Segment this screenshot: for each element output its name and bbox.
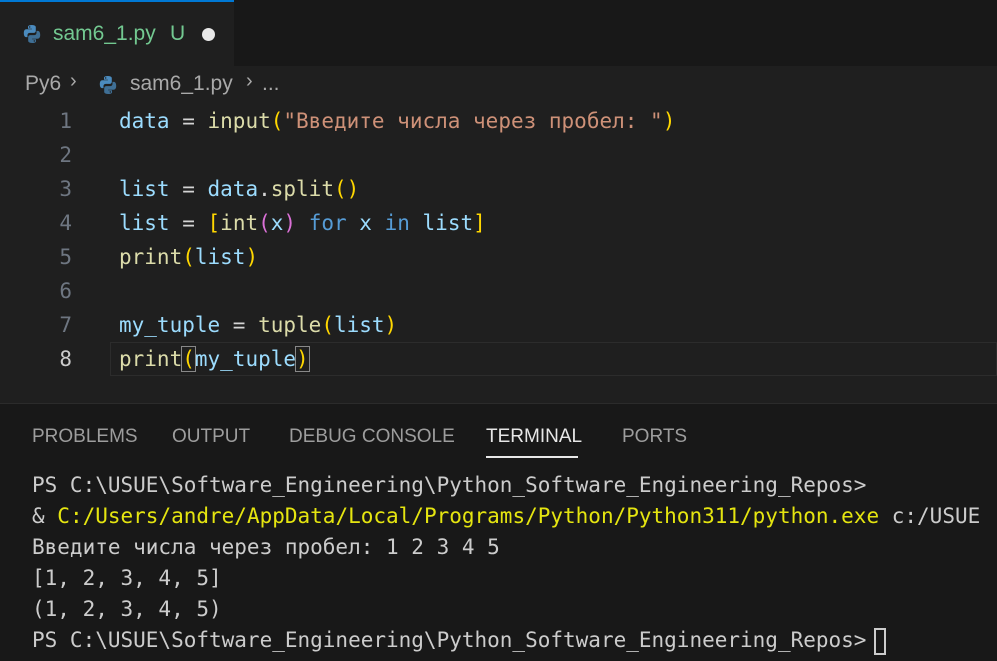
terminal-command-line: & C:/Users/andre/AppData/Local/Programs/… bbox=[32, 501, 980, 531]
terminal-arg: c:/USUE bbox=[879, 504, 981, 528]
line-number: 8 bbox=[59, 347, 72, 371]
code-text: print(list) bbox=[119, 240, 258, 274]
code-token: data bbox=[207, 177, 259, 201]
terminal-output-line: (1, 2, 3, 4, 5) bbox=[32, 597, 222, 621]
terminal-input-line[interactable]: PS C:\USUE\Software_Engineering\Python_S… bbox=[32, 625, 887, 655]
code-line[interactable]: 2 bbox=[0, 138, 997, 172]
code-text: data = input("Введите числа через пробел… bbox=[119, 104, 675, 138]
tab-terminal[interactable]: TERMINAL bbox=[486, 426, 582, 448]
code-token: "Введите числа через пробел: " bbox=[283, 109, 663, 133]
code-token: ( bbox=[181, 346, 196, 372]
code-line[interactable]: 7 my_tuple = tuple(list) bbox=[0, 308, 997, 342]
code-token: = bbox=[220, 313, 259, 337]
line-number: 1 bbox=[59, 109, 72, 133]
code-token: data bbox=[119, 109, 170, 133]
tab-problems[interactable]: PROBLEMS bbox=[32, 426, 138, 448]
code-token: ( bbox=[270, 109, 284, 133]
terminal-exe-path: C:/Users/andre/AppData/Local/Programs/Py… bbox=[57, 504, 880, 528]
code-line[interactable]: 6 bbox=[0, 274, 997, 308]
code-line[interactable]: 3 list = data.split() bbox=[0, 172, 997, 206]
bottom-panel: PROBLEMS OUTPUT DEBUG CONSOLE TERMINAL P… bbox=[0, 403, 997, 661]
breadcrumb-file[interactable]: sam6_1.py bbox=[130, 72, 233, 96]
code-text: my_tuple = tuple(list) bbox=[119, 308, 397, 342]
code-token: print bbox=[119, 347, 183, 371]
terminal-cursor[interactable] bbox=[874, 627, 887, 655]
code-token: my_tuple bbox=[119, 313, 221, 337]
editor-tab-sam6-1[interactable]: sam6_1.py U bbox=[0, 0, 234, 66]
code-token: split bbox=[270, 177, 334, 201]
code-token: x bbox=[359, 211, 372, 235]
code-token: . bbox=[258, 177, 271, 201]
code-token: ) bbox=[384, 313, 398, 337]
line-number: 2 bbox=[59, 143, 72, 167]
code-token: () bbox=[333, 177, 360, 201]
code-text: list = data.split() bbox=[119, 172, 359, 206]
code-token: ) bbox=[662, 109, 676, 133]
code-token: ( bbox=[321, 313, 334, 337]
code-token: print bbox=[119, 245, 183, 269]
line-number: 4 bbox=[59, 211, 72, 235]
tab-debug-console[interactable]: DEBUG CONSOLE bbox=[289, 426, 455, 448]
line-number: 7 bbox=[59, 313, 72, 337]
code-editor[interactable]: 1 data = input("Введите числа через пробе… bbox=[0, 104, 997, 400]
breadcrumb-folder[interactable]: Py6 bbox=[25, 72, 61, 96]
terminal-amp: & bbox=[32, 504, 58, 528]
code-token: x bbox=[270, 211, 284, 235]
line-number: 3 bbox=[59, 177, 72, 201]
code-token: list bbox=[422, 211, 474, 235]
terminal-prompt-line: PS C:\USUE\Software_Engineering\Python_S… bbox=[32, 473, 867, 497]
code-token: in bbox=[371, 211, 423, 235]
python-file-icon bbox=[99, 76, 117, 94]
code-line[interactable]: 4 list = [int(x) for x in list] bbox=[0, 206, 997, 240]
tab-filename: sam6_1.py bbox=[53, 22, 156, 45]
code-token: my_tuple bbox=[194, 347, 297, 371]
code-token: ) bbox=[283, 211, 297, 235]
chevron-right-icon: › bbox=[246, 70, 253, 92]
vscode-window: sam6_1.py U Py6 › sam6_1.py › ... 1 data … bbox=[0, 0, 997, 661]
code-text: list = [int(x) for x in list] bbox=[119, 206, 486, 240]
active-tab-indicator bbox=[486, 456, 578, 458]
code-line[interactable]: 5 print(list) bbox=[0, 240, 997, 274]
code-line[interactable]: 8 print(my_tuple) bbox=[0, 342, 997, 376]
terminal-prompt: PS C:\USUE\Software_Engineering\Python_S… bbox=[32, 628, 867, 652]
code-token: list bbox=[194, 245, 246, 269]
code-token: = bbox=[169, 211, 208, 235]
code-token: ) bbox=[245, 245, 259, 269]
code-token: ( bbox=[182, 245, 195, 269]
code-token: ( bbox=[258, 211, 271, 235]
code-token: for bbox=[296, 211, 360, 235]
breadcrumb-more[interactable]: ... bbox=[262, 72, 280, 96]
tab-output[interactable]: OUTPUT bbox=[172, 426, 250, 448]
terminal-output-line: Введите числа через пробел: 1 2 3 4 5 bbox=[32, 535, 500, 559]
breadcrumb: Py6 › sam6_1.py › ... bbox=[0, 66, 997, 104]
unsaved-dot-icon[interactable] bbox=[202, 28, 215, 41]
python-file-icon bbox=[23, 25, 41, 43]
code-token: = bbox=[169, 177, 208, 201]
code-token: ) bbox=[295, 346, 310, 372]
line-number: 6 bbox=[59, 279, 72, 303]
code-token: list bbox=[119, 211, 170, 235]
line-number: 5 bbox=[59, 245, 72, 269]
code-token: = bbox=[169, 109, 208, 133]
code-line[interactable]: 1 data = input("Введите числа через пробе… bbox=[0, 104, 997, 138]
terminal-output-line: [1, 2, 3, 4, 5] bbox=[32, 566, 222, 590]
code-token: list bbox=[333, 313, 385, 337]
code-text: print(my_tuple) bbox=[119, 342, 310, 376]
chevron-right-icon: › bbox=[70, 70, 77, 92]
code-token: tuple bbox=[258, 313, 322, 337]
code-token: input bbox=[207, 109, 271, 133]
code-token: int bbox=[220, 211, 259, 235]
git-status-badge: U bbox=[170, 22, 186, 45]
code-token: [ bbox=[207, 211, 221, 235]
code-token: list bbox=[119, 177, 170, 201]
tab-ports[interactable]: PORTS bbox=[622, 426, 687, 448]
code-token: ] bbox=[473, 211, 486, 235]
editor-tab-bar: sam6_1.py U bbox=[0, 0, 997, 66]
